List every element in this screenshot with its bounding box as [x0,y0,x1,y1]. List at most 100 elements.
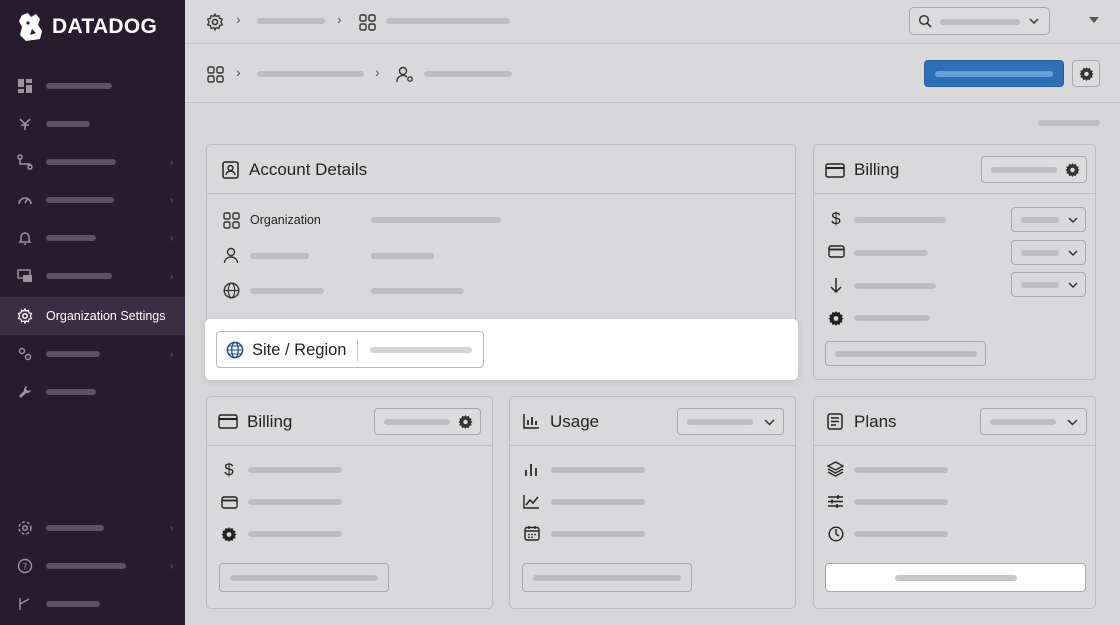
dropdown-value-placeholder [1021,282,1059,288]
breadcrumb-placeholder[interactable] [257,18,325,24]
dropdown-value-placeholder [1021,217,1059,223]
sidebar-item-collapse[interactable] [0,585,185,623]
bar-chart-icon [522,412,540,430]
settings-button[interactable] [1072,60,1100,87]
site-region-label: Site / Region [252,341,347,359]
gear-icon [16,307,34,325]
layers-icon [827,461,844,477]
usage-title: Usage [550,412,600,431]
sidebar-item-watchdog[interactable] [0,105,185,143]
chevron-down-icon [1067,249,1079,257]
sidebar-label-placeholder [46,601,100,607]
sliders-icon [827,494,844,509]
gear-icon [827,309,844,326]
field-label-placeholder [248,467,342,473]
site-region-value-placeholder [370,347,472,353]
field-label-placeholder [854,467,948,473]
caret-down-icon[interactable] [1088,14,1100,26]
billing-dropdown[interactable] [1011,207,1086,232]
globe-icon [222,281,240,299]
sidebar-item-label: Organization Settings [46,309,166,323]
chevron-down-icon [763,418,775,426]
datadog-logo[interactable]: DATADOG [16,10,157,44]
plans-action-button[interactable] [825,563,1086,592]
usage-link-button[interactable] [522,563,692,592]
chevron-right-icon: › [170,348,174,360]
field-label-placeholder [551,531,645,537]
sidebar: DATADOG › › › › Organization Settings › [0,0,185,625]
plans-dropdown[interactable] [980,408,1087,435]
sidebar-label-placeholder [46,197,114,203]
organization-value-placeholder [371,217,501,223]
sidebar-item-tools[interactable] [0,373,185,411]
billing-action-button[interactable] [374,408,481,435]
sidebar-item-organization-settings[interactable]: Organization Settings [0,297,185,335]
button-label-placeholder [533,575,681,581]
chevron-right-icon: › [375,64,380,80]
chevron-down-icon [1067,216,1079,224]
gear-icon [1065,162,1080,177]
sidebar-label-placeholder [46,525,104,531]
sidebar-item-dashboards[interactable] [0,67,185,105]
search-icon [918,14,932,28]
timestamp-placeholder [1038,120,1100,126]
plans-title: Plans [854,412,897,431]
account-details-title: Account Details [249,160,368,179]
divider [357,339,358,361]
chevron-down-icon [1028,15,1040,27]
bell-icon [16,229,34,247]
search-input[interactable] [909,7,1050,35]
dropdown-value-placeholder [687,419,753,425]
sidebar-item-integrations[interactable]: › [0,143,185,181]
button-label-placeholder [991,167,1057,173]
gear-icon [458,414,473,429]
credit-card-icon [827,244,845,258]
dollar-icon: $ [831,209,841,228]
sidebar-item-service-mgmt[interactable]: › [0,335,185,373]
field-label-placeholder [250,253,309,259]
dropdown-value-placeholder [1021,250,1059,256]
billing-side-link-button[interactable] [825,341,986,366]
search-placeholder [940,19,1020,25]
breadcrumb-placeholder[interactable] [386,18,510,24]
button-label-placeholder [230,575,378,581]
button-label-placeholder [935,71,1053,77]
primary-action-button[interactable] [924,60,1064,87]
sidebar-label-placeholder [46,273,112,279]
sidebar-item-settings[interactable]: › [0,509,185,547]
breadcrumb-placeholder[interactable] [257,71,364,77]
sidebar-item-infrastructure[interactable]: › [0,257,185,295]
field-label-placeholder [854,531,948,537]
usage-dropdown[interactable] [677,408,784,435]
billing-dropdown[interactable] [1011,272,1086,297]
page-title-placeholder [424,71,512,77]
field-label-placeholder [250,288,324,294]
chevron-right-icon: › [170,232,174,244]
flow-icon [16,153,34,171]
button-label-placeholder [835,351,977,357]
field-label-placeholder [551,499,645,505]
billing-dropdown[interactable] [1011,240,1086,265]
billing-side-action-button[interactable] [981,156,1087,183]
sidebar-label-placeholder [46,83,112,89]
user-icon [222,246,240,264]
site-region-selector[interactable]: Site / Region [216,331,484,368]
sidebar-item-help[interactable]: ? › [0,547,185,585]
column-chart-icon [523,461,539,477]
svg-text:?: ? [23,563,28,573]
field-label-placeholder [248,531,342,537]
sidebar-item-alerts[interactable]: › [0,219,185,257]
button-label-placeholder [384,419,450,425]
chevron-down-icon [1067,281,1079,289]
calendar-icon [523,524,540,541]
credit-card-icon [825,161,845,179]
field-value-placeholder [371,288,464,294]
gear-icon[interactable] [205,12,225,32]
wrench-icon [16,383,34,401]
billing-link-button[interactable] [219,563,389,592]
chevron-right-icon: › [170,560,174,572]
sidebar-item-monitors[interactable]: › [0,181,185,219]
organization-label: Organization [250,213,321,227]
chevron-right-icon: › [170,270,174,282]
document-icon [826,412,844,430]
